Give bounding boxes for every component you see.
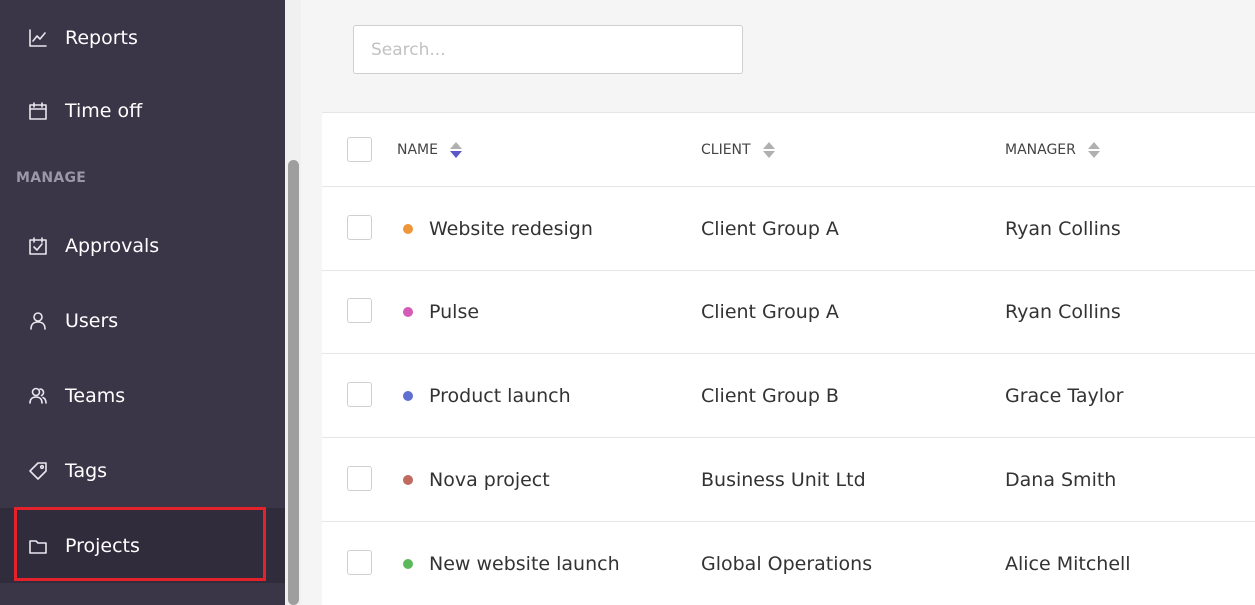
column-header-name[interactable]: NAME [397,113,462,186]
sidebar-item-label: Approvals [65,234,160,257]
row-checkbox[interactable] [347,298,372,323]
table-row[interactable]: Nova project Business Unit Ltd Dana Smit… [322,438,1255,522]
sidebar-item-label: Time off [65,99,143,122]
search-input[interactable] [353,25,743,74]
project-name[interactable]: Nova project [429,469,550,491]
project-name[interactable]: Pulse [429,301,479,323]
table-row[interactable]: Pulse Client Group A Ryan Collins [322,271,1255,354]
project-color-dot [403,474,413,485]
folder-icon [27,535,49,557]
table-row[interactable]: Website redesign Client Group A Ryan Col… [322,187,1255,271]
project-color-dot [403,307,413,317]
section-label-manage: MANAGE [16,170,87,186]
project-client: Business Unit Ltd [701,468,866,491]
row-checkbox[interactable] [347,215,372,240]
project-client: Client Group B [701,384,839,407]
sidebar-item-label: Users [65,309,119,332]
calendar-icon [27,100,49,122]
project-color-dot [403,390,413,401]
sort-icon[interactable] [449,141,462,158]
column-header-client[interactable]: CLIENT [701,113,775,186]
project-manager: Dana Smith [1005,468,1117,491]
sidebar: Reports Time off MANAGE Approvals Users … [0,0,285,605]
sidebar-item-users[interactable]: Users [0,283,285,358]
row-checkbox[interactable] [347,466,372,491]
approvals-icon [27,235,49,257]
project-color-dot [403,559,413,569]
table-header-row: NAME CLIENT MANAGER [322,113,1255,187]
user-icon [27,310,49,332]
row-checkbox[interactable] [347,382,372,407]
project-color-dot [403,223,413,234]
sidebar-item-approvals[interactable]: Approvals [0,208,285,283]
table-row[interactable]: New website launch Global Operations Ali… [322,522,1255,605]
column-header-manager[interactable]: MANAGER [1005,113,1100,186]
tag-icon [27,460,49,482]
project-client: Global Operations [701,553,873,575]
sidebar-item-reports[interactable]: Reports [0,0,285,75]
project-manager: Alice Mitchell [1005,553,1131,575]
sidebar-scrollbar-thumb[interactable] [288,160,299,605]
reports-icon [27,27,49,49]
main-content: NAME CLIENT MANAGER Website redesign Cli… [301,0,1255,605]
sidebar-item-label: Projects [65,534,140,557]
project-manager: Ryan Collins [1005,301,1121,323]
row-checkbox[interactable] [347,550,372,575]
project-name[interactable]: Product launch [429,385,571,407]
select-all-checkbox[interactable] [347,137,372,162]
sort-icon[interactable] [1087,141,1100,158]
teams-icon [27,385,49,407]
project-name[interactable]: Website redesign [429,218,593,240]
project-client: Client Group A [701,301,839,323]
sidebar-item-label: Tags [65,459,108,482]
sidebar-item-label: Teams [65,384,126,407]
sort-icon[interactable] [762,141,775,158]
project-manager: Grace Taylor [1005,384,1124,407]
sidebar-item-label: Reports [65,26,138,49]
sidebar-item-teams[interactable]: Teams [0,358,285,433]
sidebar-item-tags[interactable]: Tags [0,433,285,508]
project-name[interactable]: New website launch [429,553,620,575]
project-client: Client Group A [701,217,839,240]
sidebar-item-projects[interactable]: Projects [0,508,285,583]
sidebar-item-time-off[interactable]: Time off [0,73,285,148]
table-row[interactable]: Product launch Client Group B Grace Tayl… [322,354,1255,438]
projects-table: NAME CLIENT MANAGER Website redesign Cli… [322,112,1255,605]
project-manager: Ryan Collins [1005,217,1121,240]
